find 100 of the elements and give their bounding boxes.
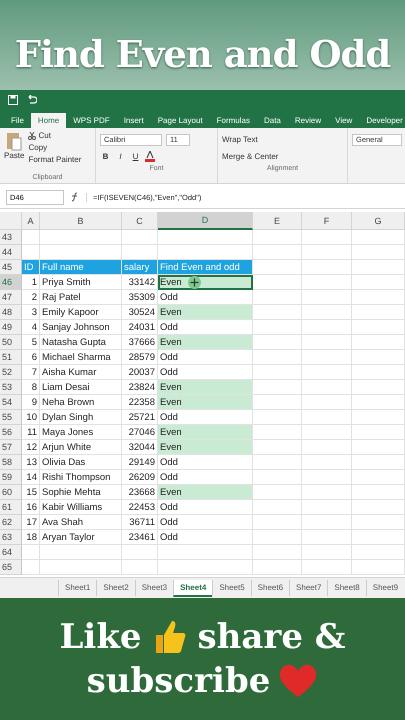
table-cell: 27046 [122,425,158,440]
table-cell: Arjun White [40,440,122,455]
ribbon-tab[interactable]: Developer [359,113,405,128]
table-cell: 2 [22,290,40,305]
sheet-tab[interactable]: Sheet5 [212,580,251,596]
ribbon-tab[interactable]: File [4,113,31,128]
table-cell: Priya Smith [40,275,122,290]
ribbon-tab[interactable]: Review [288,113,328,128]
table-cell[interactable]: Odd [158,365,253,380]
table-cell: 20037 [122,365,158,380]
row-number: 48 [0,305,22,320]
row-number: 53 [0,380,22,395]
table-cell: Natasha Gupta [40,335,122,350]
sheet-tab[interactable]: Sheet9 [366,580,404,596]
table-cell[interactable]: Even [158,425,253,440]
footer-text: Like [60,617,142,657]
ribbon-tab[interactable]: Page Layout [150,113,210,128]
row-number: 64 [0,545,22,560]
heart-icon [278,663,318,699]
row-number: 54 [0,395,22,410]
table-cell[interactable]: Odd [158,290,253,305]
format-painter-button[interactable]: Format Painter [28,155,82,164]
table-cell: Olivia Das [40,455,122,470]
row-number: 58 [0,455,22,470]
row-number: 57 [0,440,22,455]
table-cell[interactable]: Even [158,275,253,290]
sheet-tab[interactable]: Sheet6 [250,580,290,596]
column-header[interactable]: A [22,212,40,230]
row-number: 47 [0,290,22,305]
table-cell[interactable]: Odd [158,515,253,530]
table-cell[interactable]: Odd [158,500,253,515]
table-cell: 10 [22,410,40,425]
copy-button[interactable]: Copy [28,143,82,152]
ribbon-tab[interactable]: Home [30,113,66,128]
bold-button[interactable]: B [100,152,111,161]
ribbon-tab[interactable]: WPS PDF [66,113,117,128]
table-cell[interactable]: Even [158,305,253,320]
table-cell: Emily Kapoor [40,305,122,320]
column-header[interactable]: E [253,212,302,230]
column-header[interactable]: C [122,212,158,230]
table-cell[interactable]: Odd [158,320,253,335]
table-cell: 23668 [122,485,158,500]
row-number: 63 [0,530,22,545]
table-cell[interactable]: Even [158,380,253,395]
ribbon-tab[interactable]: Formulas [210,113,257,128]
table-cell: Rishi Thompson [40,470,122,485]
paste-icon[interactable] [6,131,22,151]
table-cell: 1 [22,275,40,290]
row-number: 56 [0,425,22,440]
table-cell: Michael Sharma [40,350,122,365]
ribbon-tab[interactable]: Insert [116,113,151,128]
cursor-icon [188,276,201,289]
undo-icon[interactable] [26,95,37,105]
select-all-corner[interactable] [0,212,22,230]
column-header[interactable]: F [302,212,352,230]
row-number: 62 [0,515,22,530]
table-cell: 5 [22,335,40,350]
table-cell[interactable]: Even [158,440,253,455]
sheet-tab[interactable]: Sheet2 [96,580,135,596]
save-icon[interactable] [8,95,18,105]
table-cell: Ava Shah [40,515,122,530]
row-number: 65 [0,560,22,575]
sheet-tab[interactable]: Sheet1 [58,580,96,596]
table-cell[interactable]: Odd [158,530,253,545]
column-header[interactable]: G [352,212,405,230]
footer-text: subscribe [86,661,270,701]
table-cell: 6 [22,350,40,365]
wrap-text-button[interactable]: Wrap Text [222,135,258,144]
table-header-cell: Find Even and odd [158,260,253,275]
table-cell: 16 [22,500,40,515]
table-cell: Kabir Williams [40,500,122,515]
ribbon-tab[interactable]: Data [256,113,288,128]
table-cell: Sanjay Johnson [40,320,122,335]
column-header[interactable]: B [40,212,122,230]
sheet-tab[interactable]: Sheet7 [289,580,328,596]
table-cell: 4 [22,320,40,335]
ribbon-tab[interactable]: View [328,113,360,128]
table-cell[interactable]: Even [158,335,253,350]
font-color-icon[interactable] [145,151,155,162]
table-cell[interactable]: Odd [158,350,253,365]
function-icon[interactable] [70,192,80,202]
merge-center-button[interactable]: Merge & Center [222,152,278,161]
sheet-tab[interactable]: Sheet4 [173,580,212,596]
italic-button[interactable]: I [115,152,126,161]
table-cell: Liam Desai [40,380,122,395]
paste-label[interactable]: Paste [4,151,24,160]
underline-button[interactable]: U [130,152,141,161]
table-cell[interactable]: Odd [158,455,253,470]
row-number: 55 [0,410,22,425]
table-cell: 3 [22,305,40,320]
sheet-tab[interactable]: Sheet8 [327,580,366,596]
table-cell[interactable]: Odd [158,470,253,485]
footer-text: share & [198,617,346,657]
table-cell[interactable]: Even [158,485,253,500]
table-cell: 28579 [122,350,158,365]
column-header[interactable]: D [158,212,253,230]
table-cell[interactable]: Even [158,395,253,410]
row-number: 43 [0,230,22,245]
table-cell[interactable]: Odd [158,410,253,425]
cut-button[interactable]: Cut [38,131,51,140]
